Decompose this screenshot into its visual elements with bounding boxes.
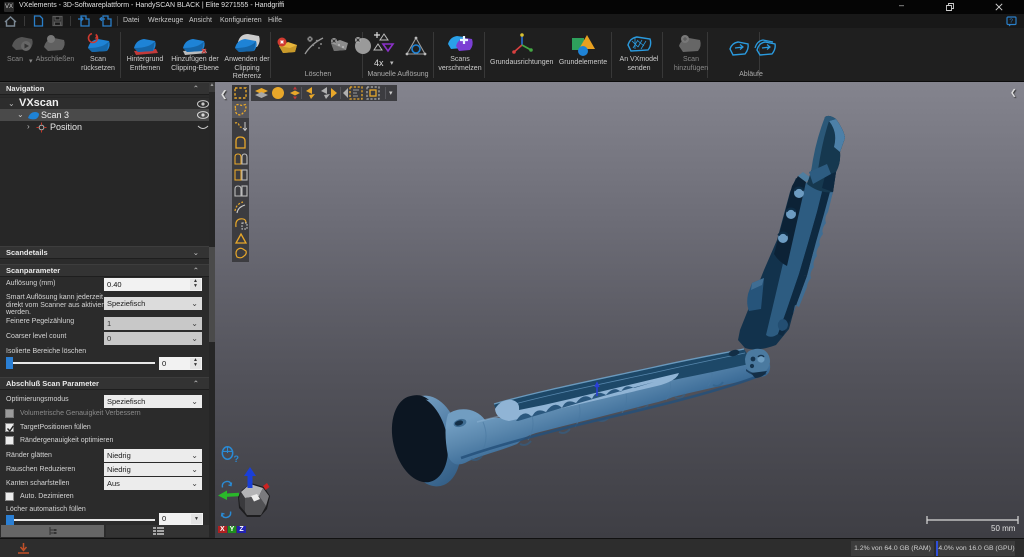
svg-text:?: ? (1009, 18, 1013, 25)
svg-text:?: ? (234, 454, 240, 463)
